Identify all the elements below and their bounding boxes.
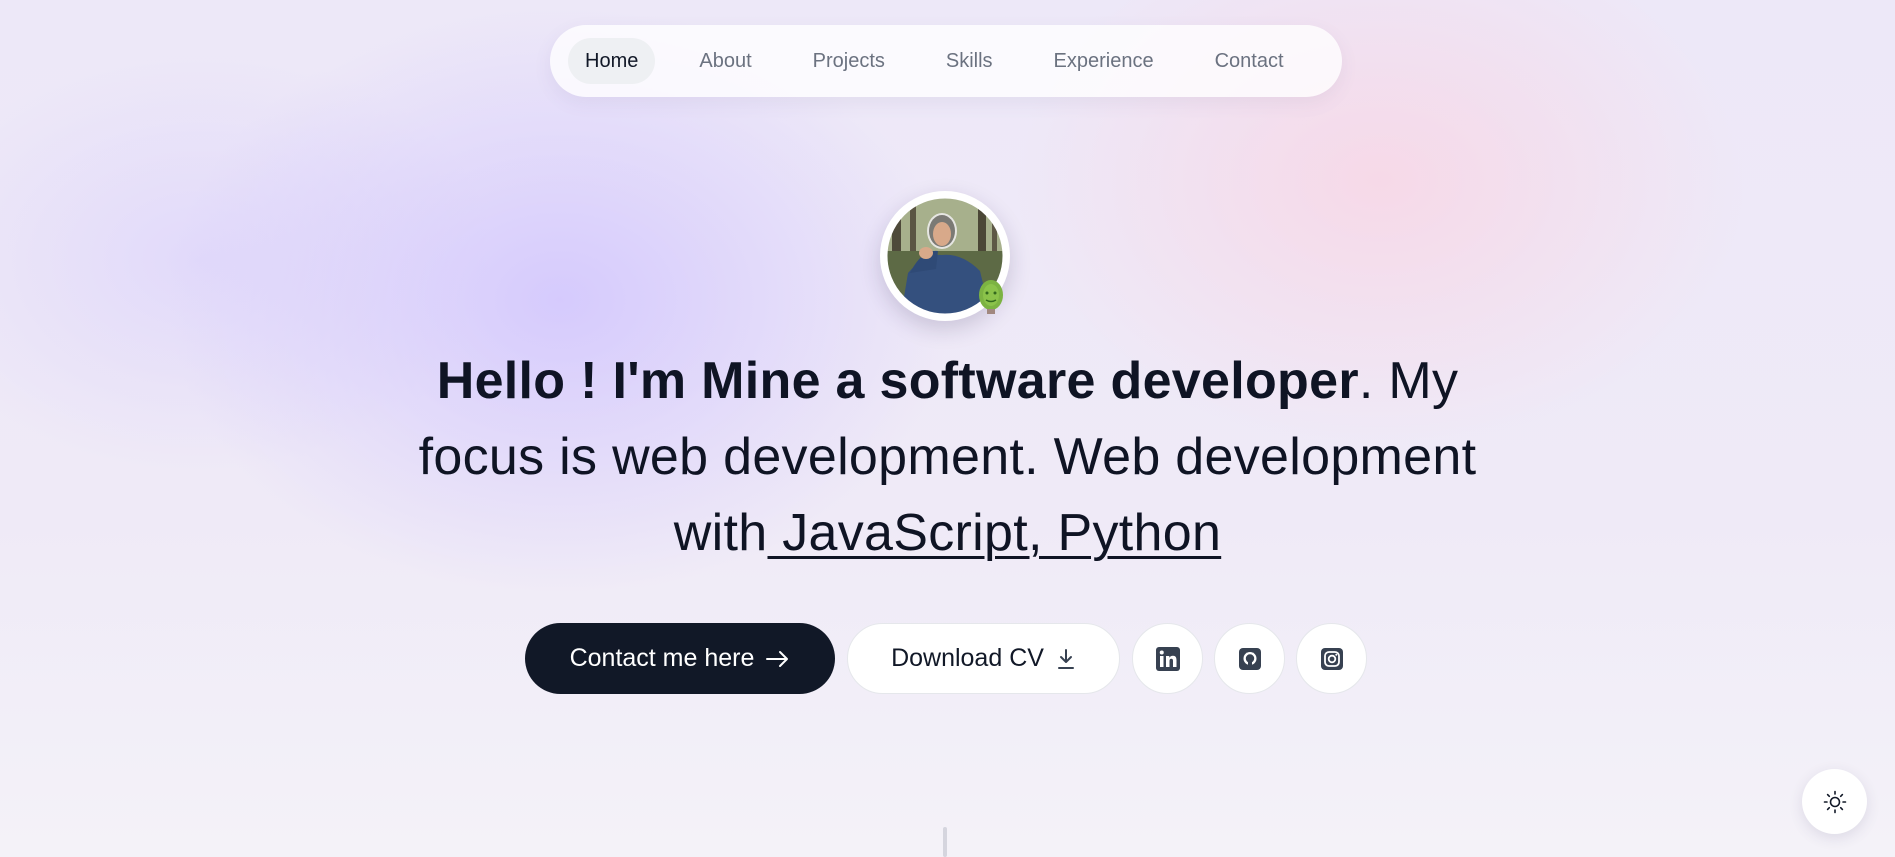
github-icon xyxy=(1238,647,1261,670)
nav-item-skills[interactable]: Skills xyxy=(929,38,1010,84)
download-cv-label: Download CV xyxy=(891,644,1044,672)
hero-headline: Hello ! I'm Mine a software developer. M… xyxy=(395,343,1500,571)
headline-bold: Hello ! I'm Mine a software developer xyxy=(436,352,1359,410)
scroll-indicator xyxy=(943,827,947,857)
cactus-sticker-icon xyxy=(979,280,1003,314)
linkedin-button[interactable] xyxy=(1132,623,1203,694)
download-cv-button[interactable]: Download CV xyxy=(847,623,1120,694)
profile-avatar xyxy=(880,191,1010,321)
headline-tech-stack: JavaScript, Python xyxy=(767,504,1222,562)
contact-button[interactable]: Contact me here xyxy=(525,623,835,694)
arrow-right-icon xyxy=(766,650,790,668)
contact-button-label: Contact me here xyxy=(569,644,755,672)
instagram-button[interactable] xyxy=(1296,623,1367,694)
top-nav: Home About Projects Skills Experience Co… xyxy=(550,25,1342,97)
github-button[interactable] xyxy=(1214,623,1285,694)
nav-item-contact[interactable]: Contact xyxy=(1198,38,1301,84)
nav-item-about[interactable]: About xyxy=(682,38,768,84)
sun-icon xyxy=(1823,790,1846,813)
nav-item-home[interactable]: Home xyxy=(568,38,656,84)
download-icon xyxy=(1056,648,1076,670)
instagram-icon xyxy=(1320,647,1343,670)
nav-item-experience[interactable]: Experience xyxy=(1037,38,1171,84)
theme-toggle-button[interactable] xyxy=(1802,769,1867,834)
linkedin-icon xyxy=(1155,646,1180,671)
nav-item-projects[interactable]: Projects xyxy=(796,38,902,84)
